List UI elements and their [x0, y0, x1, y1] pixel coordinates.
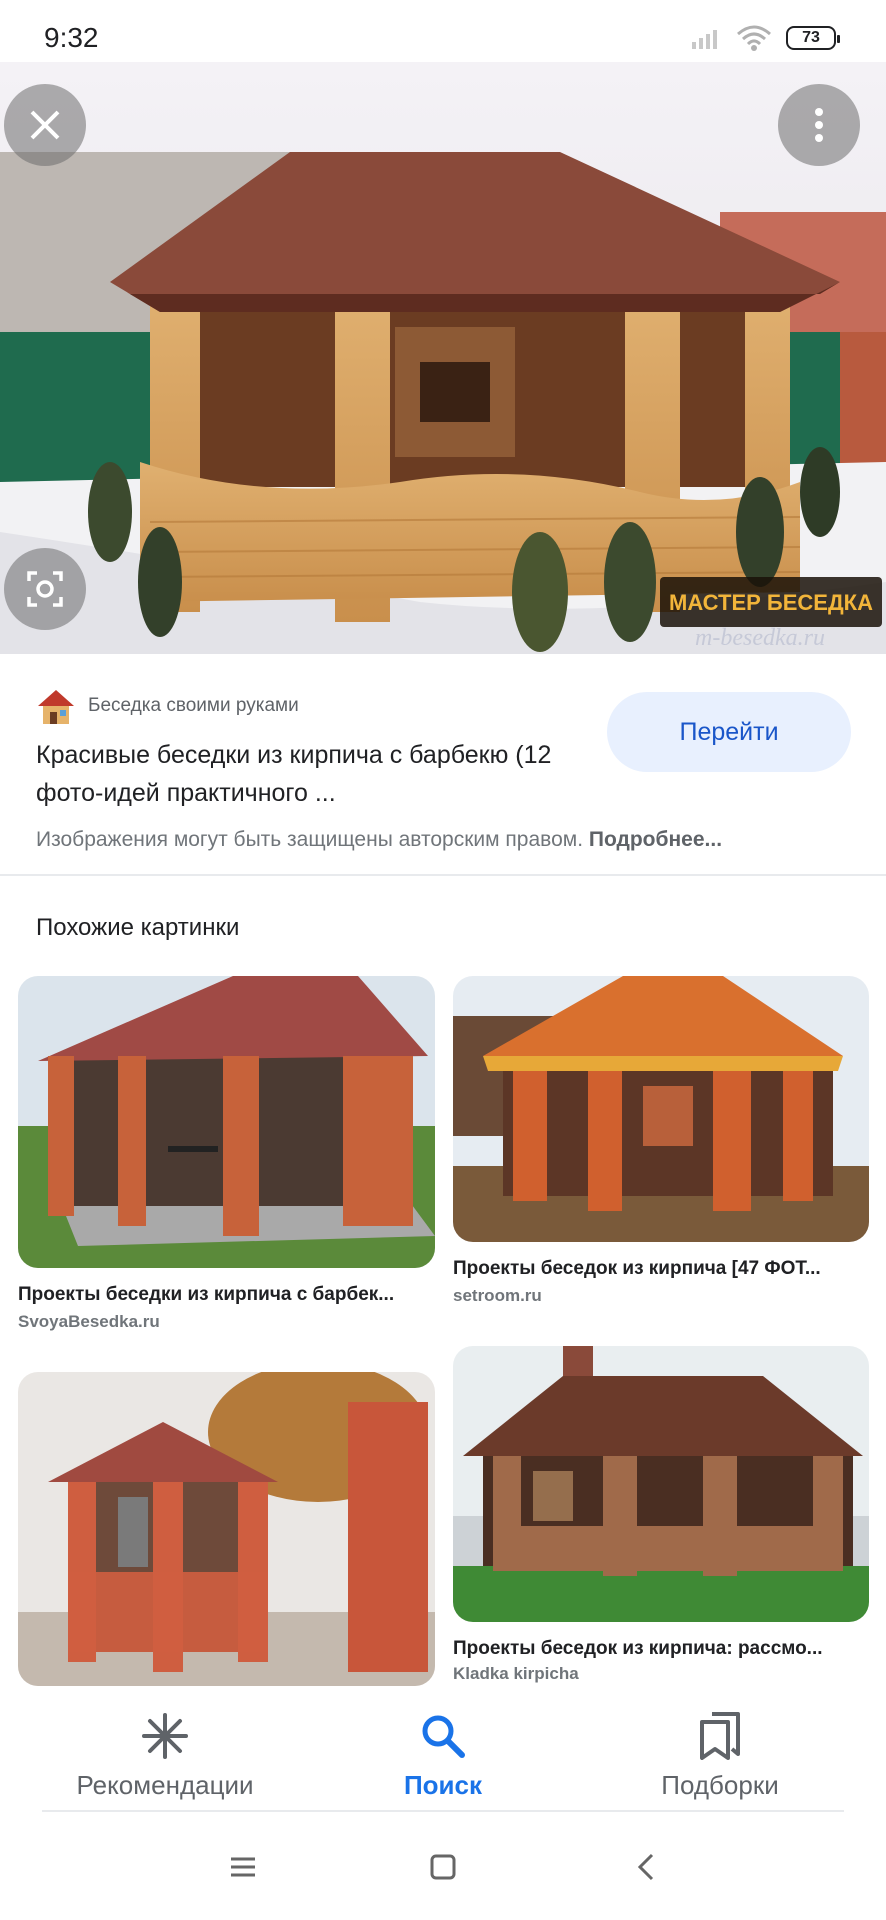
similar-image-4-source: Kladka kirpicha	[453, 1664, 579, 1683]
divider	[0, 874, 886, 876]
battery-indicator: 73	[786, 26, 840, 50]
similar-image-2-source: setroom.ru	[453, 1286, 542, 1305]
watermark-url: m-besedka.ru	[695, 625, 825, 651]
lens-icon	[27, 571, 63, 607]
watermark-brand: МАСТЕР БЕСЕДКА	[669, 590, 873, 615]
back-button[interactable]	[616, 1842, 676, 1892]
nav-search-label: Поиск	[403, 1770, 483, 1800]
similar-images-heading: Похожие картинки	[36, 914, 240, 941]
main-image[interactable]: МАСТЕР БЕСЕДКА m-besedka.ru	[0, 62, 886, 654]
similar-image-1-source: SvoyaBesedka.ru	[18, 1312, 160, 1331]
nav-collections[interactable]: Подборки	[570, 1686, 870, 1801]
status-icons: 73	[692, 24, 840, 52]
wifi-icon	[737, 25, 771, 51]
source-site-name: Беседка своими руками	[88, 695, 299, 716]
menu-icon	[231, 1857, 255, 1877]
close-button[interactable]	[4, 84, 86, 166]
back-chevron-icon	[637, 1853, 654, 1881]
close-icon	[30, 110, 60, 140]
visit-button[interactable]: Перейти	[607, 692, 851, 772]
status-time: 9:32	[44, 22, 99, 53]
status-bar: 9:32 73	[0, 0, 886, 62]
asterisk-icon	[142, 1713, 188, 1759]
system-navigation-bar	[0, 1812, 886, 1920]
copyright-notice: Изображения могут быть защищены авторски…	[36, 828, 722, 852]
lens-button[interactable]	[4, 548, 86, 630]
nav-collections-label: Подборки	[661, 1770, 779, 1800]
similar-image-4[interactable]	[453, 1346, 869, 1622]
similar-image-1[interactable]	[18, 976, 435, 1268]
similar-image-1-title[interactable]: Проекты беседки из кирпича с барбек...	[18, 1284, 438, 1306]
home-square-icon	[430, 1854, 456, 1880]
more-options-button[interactable]	[778, 84, 860, 166]
result-title[interactable]: Красивые беседки из кирпича с барбекю (1…	[36, 736, 596, 812]
more-vert-icon	[815, 108, 823, 142]
copyright-text: Изображения могут быть защищены авторски…	[36, 828, 584, 851]
site-favicon-icon	[38, 690, 74, 724]
similar-image-4-title[interactable]: Проекты беседок из кирпича: рассмо...	[453, 1638, 873, 1660]
nav-recommendations[interactable]: Рекомендации	[15, 1686, 315, 1801]
recents-button[interactable]	[213, 1842, 273, 1892]
search-icon	[422, 1715, 465, 1758]
bottom-navigation: Рекомендации Поиск Подборки	[0, 1686, 886, 1810]
signal-icon	[692, 30, 717, 49]
learn-more-link[interactable]: Подробнее...	[589, 828, 722, 851]
similar-image-2[interactable]	[453, 976, 869, 1242]
similar-image-2-title[interactable]: Проекты беседок из кирпича [47 ФОТ...	[453, 1258, 873, 1280]
source-row[interactable]: Беседка своими руками	[36, 686, 299, 726]
collections-icon	[700, 1712, 740, 1760]
nav-recommendations-label: Рекомендации	[76, 1770, 254, 1800]
similar-image-3[interactable]	[18, 1372, 435, 1686]
nav-search[interactable]: Поиск	[293, 1686, 593, 1801]
home-button[interactable]	[413, 1842, 473, 1892]
